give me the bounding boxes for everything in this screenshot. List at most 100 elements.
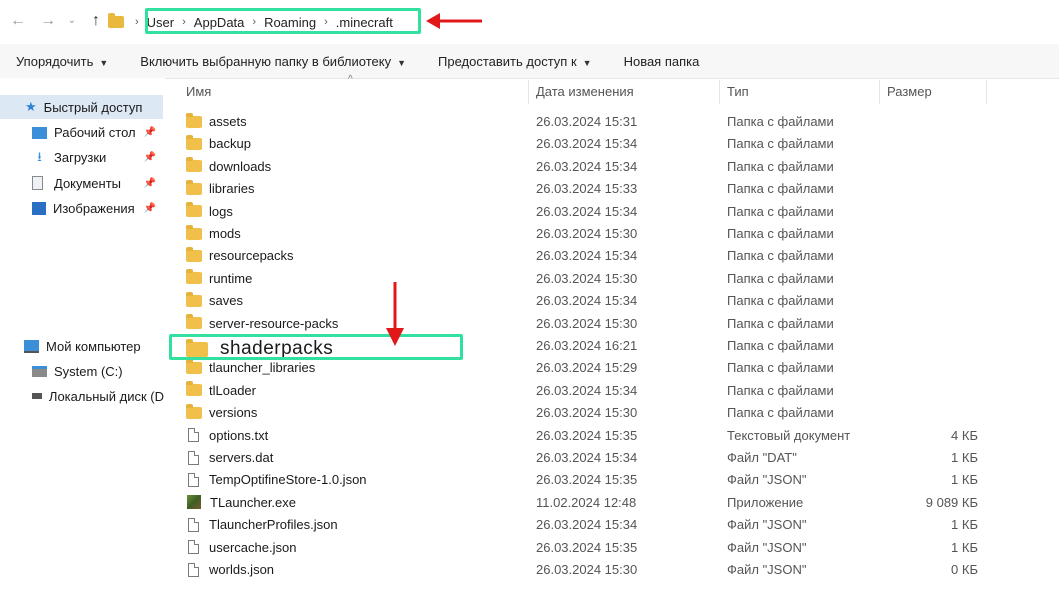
file-date: 26.03.2024 15:35 (536, 539, 638, 555)
column-name[interactable]: Имя (186, 84, 211, 99)
nav-label: Быстрый доступ (43, 99, 143, 115)
file-type: Папка с файлами (727, 158, 834, 174)
table-row[interactable]: TLauncher.exe 11.02.2024 12:48 Приложение 9… (178, 492, 998, 514)
file-name-cell[interactable]: options.txt (186, 428, 268, 443)
column-divider[interactable] (719, 80, 720, 104)
folder-icon (186, 134, 202, 150)
document-icon (188, 562, 199, 577)
nav-downloads[interactable]: ⭳ Загрузки 📌 (32, 145, 162, 169)
file-name-cell[interactable]: tlLoader (186, 381, 256, 398)
include-in-library-button[interactable]: Включить выбранную папку в библиотеку ▼ (124, 54, 422, 69)
table-row[interactable]: tlauncher_libraries 26.03.2024 15:29 Папка… (178, 357, 998, 379)
table-row[interactable]: tlLoader 26.03.2024 15:34 Папка с файлами (178, 380, 998, 402)
pictures-icon (32, 201, 46, 215)
column-divider[interactable] (879, 80, 880, 104)
nav-label: Загрузки (54, 149, 107, 165)
folder-icon (186, 269, 202, 285)
column-type[interactable]: Тип (727, 84, 749, 99)
column-size[interactable]: Размер (887, 84, 932, 99)
chevron-down-icon[interactable]: ⌄ (62, 11, 82, 31)
table-row[interactable]: TempOptifineStore-1.0.json 26.03.2024 15:… (178, 469, 998, 491)
nav-pictures[interactable]: Изображения 📌 (32, 196, 162, 220)
table-row[interactable]: logs 26.03.2024 15:34 Папка с файлами (178, 201, 998, 223)
file-name-cell[interactable]: libraries (186, 179, 255, 196)
file-date: 26.03.2024 15:30 (536, 270, 638, 286)
file-name-cell[interactable]: TLauncher.exe (186, 495, 296, 510)
organize-button[interactable]: Упорядочить ▼ (0, 54, 124, 69)
folder-icon (186, 112, 202, 128)
star-icon: ★ (25, 99, 37, 114)
file-name-cell[interactable]: downloads (186, 157, 271, 174)
file-type: Папка с файлами (727, 136, 834, 152)
file-date: 26.03.2024 15:30 (536, 405, 638, 421)
nav-drive-c[interactable]: System (C:) (32, 359, 164, 383)
pin-icon[interactable]: 📌 (144, 127, 156, 138)
new-folder-button[interactable]: Новая папка (608, 54, 716, 69)
up-arrow-icon[interactable]: ↑ (86, 11, 106, 31)
file-size: 1 КБ (951, 517, 978, 533)
forward-arrow-icon[interactable]: → (38, 11, 58, 31)
table-row[interactable]: downloads 26.03.2024 15:34 Папка с файлами (178, 156, 998, 178)
file-date: 26.03.2024 15:34 (536, 517, 638, 533)
file-name: usercache.json (209, 539, 297, 555)
file-name-cell[interactable]: usercache.json (186, 540, 296, 555)
file-name-cell[interactable]: versions (186, 403, 257, 420)
computer-icon (24, 339, 39, 353)
red-arrow-down-icon (386, 282, 404, 346)
nav-drive-d[interactable]: Локальный диск (D (32, 384, 164, 408)
file-name-cell[interactable]: mods (186, 224, 241, 241)
file-type: Текстовый документ (727, 427, 851, 443)
table-row[interactable]: usercache.json 26.03.2024 15:35 Файл "JSON… (178, 537, 998, 559)
file-type: Папка с файлами (727, 270, 834, 286)
pin-icon[interactable]: 📌 (144, 152, 156, 163)
file-name-cell[interactable]: servers.dat (186, 450, 273, 465)
back-arrow-icon[interactable]: ← (8, 11, 28, 31)
file-type: Папка с файлами (727, 405, 834, 421)
table-row[interactable]: versions 26.03.2024 15:30 Папка с файлами (178, 402, 998, 424)
folder-icon (186, 291, 202, 307)
table-row[interactable]: options.txt 26.03.2024 15:35 Текстовый док… (178, 425, 998, 447)
table-row[interactable]: TlauncherProfiles.json 26.03.2024 15:34 Фа… (178, 514, 998, 536)
file-name-cell[interactable]: tlauncher_libraries (186, 358, 315, 375)
document-icon (188, 450, 199, 465)
table-row[interactable]: libraries 26.03.2024 15:33 Папка с файлами (178, 178, 998, 200)
table-row[interactable]: worlds.json 26.03.2024 15:30 Файл "JSON" 0 … (178, 559, 998, 581)
table-row[interactable]: backup 26.03.2024 15:34 Папка с файлами (178, 133, 998, 155)
nav-desktop[interactable]: Рабочий стол 📌 (32, 120, 162, 144)
table-row[interactable]: resourcepacks 26.03.2024 15:34 Папка с фай… (178, 245, 998, 267)
file-type: Файл "JSON" (727, 562, 807, 577)
table-row[interactable]: saves 26.03.2024 15:34 Папка с файлами (178, 290, 998, 312)
file-name: saves (209, 293, 243, 309)
file-name-cell[interactable]: worlds.json (186, 562, 274, 577)
table-row[interactable]: servers.dat 26.03.2024 15:34 Файл "DAT" 1 К… (178, 447, 998, 469)
file-name-cell[interactable]: TempOptifineStore-1.0.json (186, 472, 367, 487)
file-size: 0 КБ (951, 562, 978, 577)
column-divider[interactable] (986, 80, 987, 104)
file-date: 26.03.2024 15:30 (536, 315, 638, 331)
file-name-cell[interactable]: saves (186, 291, 243, 309)
table-row[interactable]: server-resource-packs 26.03.2024 15:30 Пап… (178, 313, 998, 335)
file-name-cell[interactable]: runtime (186, 269, 252, 286)
file-name-cell[interactable]: TlauncherProfiles.json (186, 517, 338, 532)
nav-quick-access[interactable]: ★ Быстрый доступ (0, 95, 163, 119)
table-row[interactable]: assets 26.03.2024 15:31 Папка с файлами (178, 111, 998, 133)
file-type: Файл "JSON" (727, 539, 807, 555)
file-name-cell[interactable]: server-resource-packs (186, 314, 338, 331)
file-date: 26.03.2024 15:35 (536, 472, 638, 488)
file-name: mods (209, 226, 241, 241)
address-bar: ← → ⌄ ↑ › User › AppData › Roaming › .mi… (0, 0, 1059, 44)
nav-this-pc[interactable]: Мой компьютер (24, 334, 164, 358)
document-icon (188, 472, 199, 487)
file-name-cell[interactable]: resourcepacks (186, 246, 294, 263)
file-name-cell[interactable]: backup (186, 134, 251, 151)
share-with-button[interactable]: Предоставить доступ к ▼ (422, 54, 608, 69)
pin-icon[interactable]: 📌 (144, 203, 156, 214)
file-name-cell[interactable]: assets (186, 112, 247, 129)
pin-icon[interactable]: 📌 (144, 178, 156, 189)
table-row[interactable]: mods 26.03.2024 15:30 Папка с файлами (178, 223, 998, 245)
nav-documents[interactable]: Документы 📌 (32, 171, 162, 195)
table-row[interactable]: runtime 26.03.2024 15:30 Папка с файлами (178, 268, 998, 290)
column-divider[interactable] (528, 80, 529, 104)
column-date[interactable]: Дата изменения (536, 84, 634, 99)
file-name-cell[interactable]: logs (186, 202, 233, 219)
